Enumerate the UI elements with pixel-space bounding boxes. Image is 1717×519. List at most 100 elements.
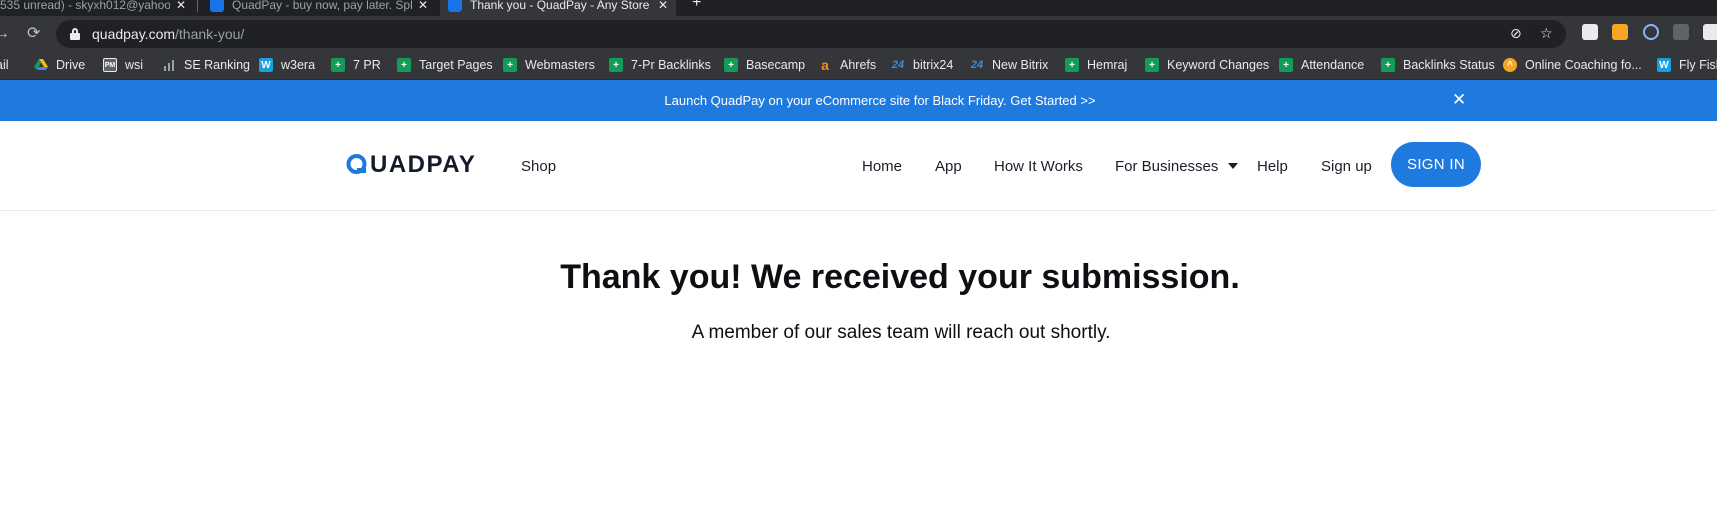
bookmark-label: 7 PR [353,58,381,72]
bookmarks-bar: ail Drive PMwsi SE Ranking Ww3era +7 PR … [0,52,1717,80]
quadpay-favicon-icon [210,0,224,12]
pm-icon: PM [103,58,117,72]
drive-icon [34,58,48,72]
nav-home[interactable]: Home [862,158,902,175]
sheets-icon: + [1279,58,1293,72]
bookmark-label: Webmasters [525,58,595,72]
logo-text: UADPAY [370,151,477,178]
bar-chart-icon [162,58,176,72]
bookmark-fly-fish[interactable]: W Fly Fish [1657,58,1717,72]
tab-close-icon[interactable]: ✕ [658,0,668,12]
page-title: Thank you! We received your submission. [560,258,1240,296]
bookmark-target-pages[interactable]: + Target Pages [397,58,493,72]
sheets-icon: + [724,58,738,72]
sheets-icon: + [331,58,345,72]
url-path: /thank-you/ [175,26,245,42]
w-icon: W [1657,58,1671,72]
browser-tab-strip: (535 unread) - skyxh012@yahoo.com - Yaho… [0,0,1717,16]
confirmation-message: A member of our sales team will reach ou… [691,322,1111,343]
eye-slash-icon[interactable]: ⊘ [1510,25,1522,42]
bookmark-online-coaching[interactable]: ^ Online Coaching fo... [1503,58,1642,72]
bookmark-basecamp[interactable]: + Basecamp [724,58,805,72]
browser-toolbar: → ⟳ quadpay.com/thank-you/ ⊘ ☆ [0,16,1717,52]
quadpay-logo[interactable]: UADPAY [345,153,476,177]
bookmark-drive[interactable]: Drive [34,58,85,72]
tab-title: Thank you - QuadPay - Any Store [470,0,650,12]
bookmark-hemraj[interactable]: + Hemraj [1065,58,1127,72]
quadpay-favicon-icon [448,0,462,12]
bookmark-label: Online Coaching fo... [1525,58,1642,72]
nav-sign-up[interactable]: Sign up [1321,158,1372,175]
url-text: quadpay.com/thank-you/ [92,26,244,42]
sheets-icon: + [1065,58,1079,72]
tab-close-icon[interactable]: ✕ [418,0,428,12]
new-tab-icon[interactable]: + [692,0,701,12]
w3era-icon: W [259,58,273,72]
extension-icon[interactable] [1612,24,1628,40]
sheets-icon: + [609,58,623,72]
url-host: quadpay.com [92,26,176,42]
bookmark-label: Target Pages [419,58,493,72]
lock-icon [70,28,80,40]
browser-tab[interactable]: (535 unread) - skyxh012@yahoo.com - Yaho… [0,0,186,16]
bookmark-new-bitrix[interactable]: 24 New Bitrix [970,58,1048,72]
bookmark-label: w3era [281,58,316,72]
bookmark-label: Ahrefs [840,58,877,72]
ahrefs-icon: a [821,57,829,73]
sheets-icon: + [397,58,411,72]
bookmark-w3era[interactable]: Ww3era [259,58,315,72]
bookmark-label: Keyword Changes [1167,58,1270,72]
nav-label: For Businesses [1115,158,1219,175]
sheets-icon: + [1381,58,1395,72]
promo-banner: Launch QuadPay on your eCommerce site fo… [0,80,1717,121]
bookmark-label: ail [0,58,9,72]
extensions-puzzle-icon[interactable] [1703,24,1717,40]
bookmark-backlinks-status[interactable]: + Backlinks Status [1381,58,1495,72]
tab-title: QuadPay - buy now, pay later. Split your… [232,0,412,12]
sheets-icon: + [503,58,517,72]
star-icon[interactable]: ☆ [1540,25,1553,42]
bookmark-label: 7-Pr Backlinks [631,58,711,72]
nav-how-it-works[interactable]: How It Works [994,158,1083,175]
bookmark-label: Hemraj [1087,58,1128,72]
forward-icon[interactable]: → [0,24,10,44]
bookmark-7pr[interactable]: +7 PR [331,58,381,72]
quadpay-q-icon [345,153,369,177]
browser-tab-active[interactable]: Thank you - QuadPay - Any Store ✕ [440,0,676,16]
bookmark-wsi[interactable]: PM wsi [103,58,143,72]
nav-help[interactable]: Help [1257,158,1288,175]
site-header: UADPAY Shop Home App How It Works For Bu… [0,121,1717,211]
bookmark-7pr-backlinks[interactable]: +7-Pr Backlinks [609,58,711,72]
bitrix24-icon: 24 [891,59,905,71]
bookmark-label: bitrix24 [913,58,954,72]
bookmark-mail[interactable]: ail [0,58,9,72]
bookmark-label: SE Ranking [184,58,251,72]
address-bar[interactable]: quadpay.com/thank-you/ ⊘ ☆ [56,20,1566,48]
bookmark-ahrefs[interactable]: a Ahrefs [818,57,877,73]
bookmark-label: Drive [56,58,86,72]
tab-title: (535 unread) - skyxh012@yahoo.com - Yaho… [0,0,170,12]
tab-close-icon[interactable]: ✕ [176,0,186,12]
nav-shop[interactable]: Shop [521,158,556,175]
link-extension-icon[interactable] [1643,24,1659,40]
chevron-down-icon [1228,163,1239,170]
nav-app[interactable]: App [935,158,962,175]
tab-separator [197,0,198,12]
bookmark-label: Backlinks Status [1403,58,1495,72]
bookmark-bitrix24[interactable]: 24 bitrix24 [891,58,953,72]
bookmark-label: wsi [125,58,144,72]
camera-extension-icon[interactable] [1673,24,1689,40]
bookmark-webmasters[interactable]: + Webmasters [503,58,595,72]
bookmark-keyword-changes[interactable]: + Keyword Changes [1145,58,1269,72]
reload-icon[interactable]: ⟳ [27,24,40,44]
bookmark-label: Fly Fish [1679,58,1717,72]
sign-in-button[interactable]: SIGN IN [1391,142,1481,187]
bookmark-attendance[interactable]: + Attendance [1279,58,1364,72]
nav-for-businesses[interactable]: For Businesses [1115,158,1239,175]
banner-close-icon[interactable]: ✕ [1452,90,1466,110]
bookmark-se-ranking[interactable]: SE Ranking [162,58,250,72]
sheets-icon: + [1145,58,1159,72]
bookmark-label: Attendance [1301,58,1365,72]
browser-tab[interactable]: QuadPay - buy now, pay later. Split your… [210,0,428,16]
extension-icon[interactable] [1582,24,1598,40]
